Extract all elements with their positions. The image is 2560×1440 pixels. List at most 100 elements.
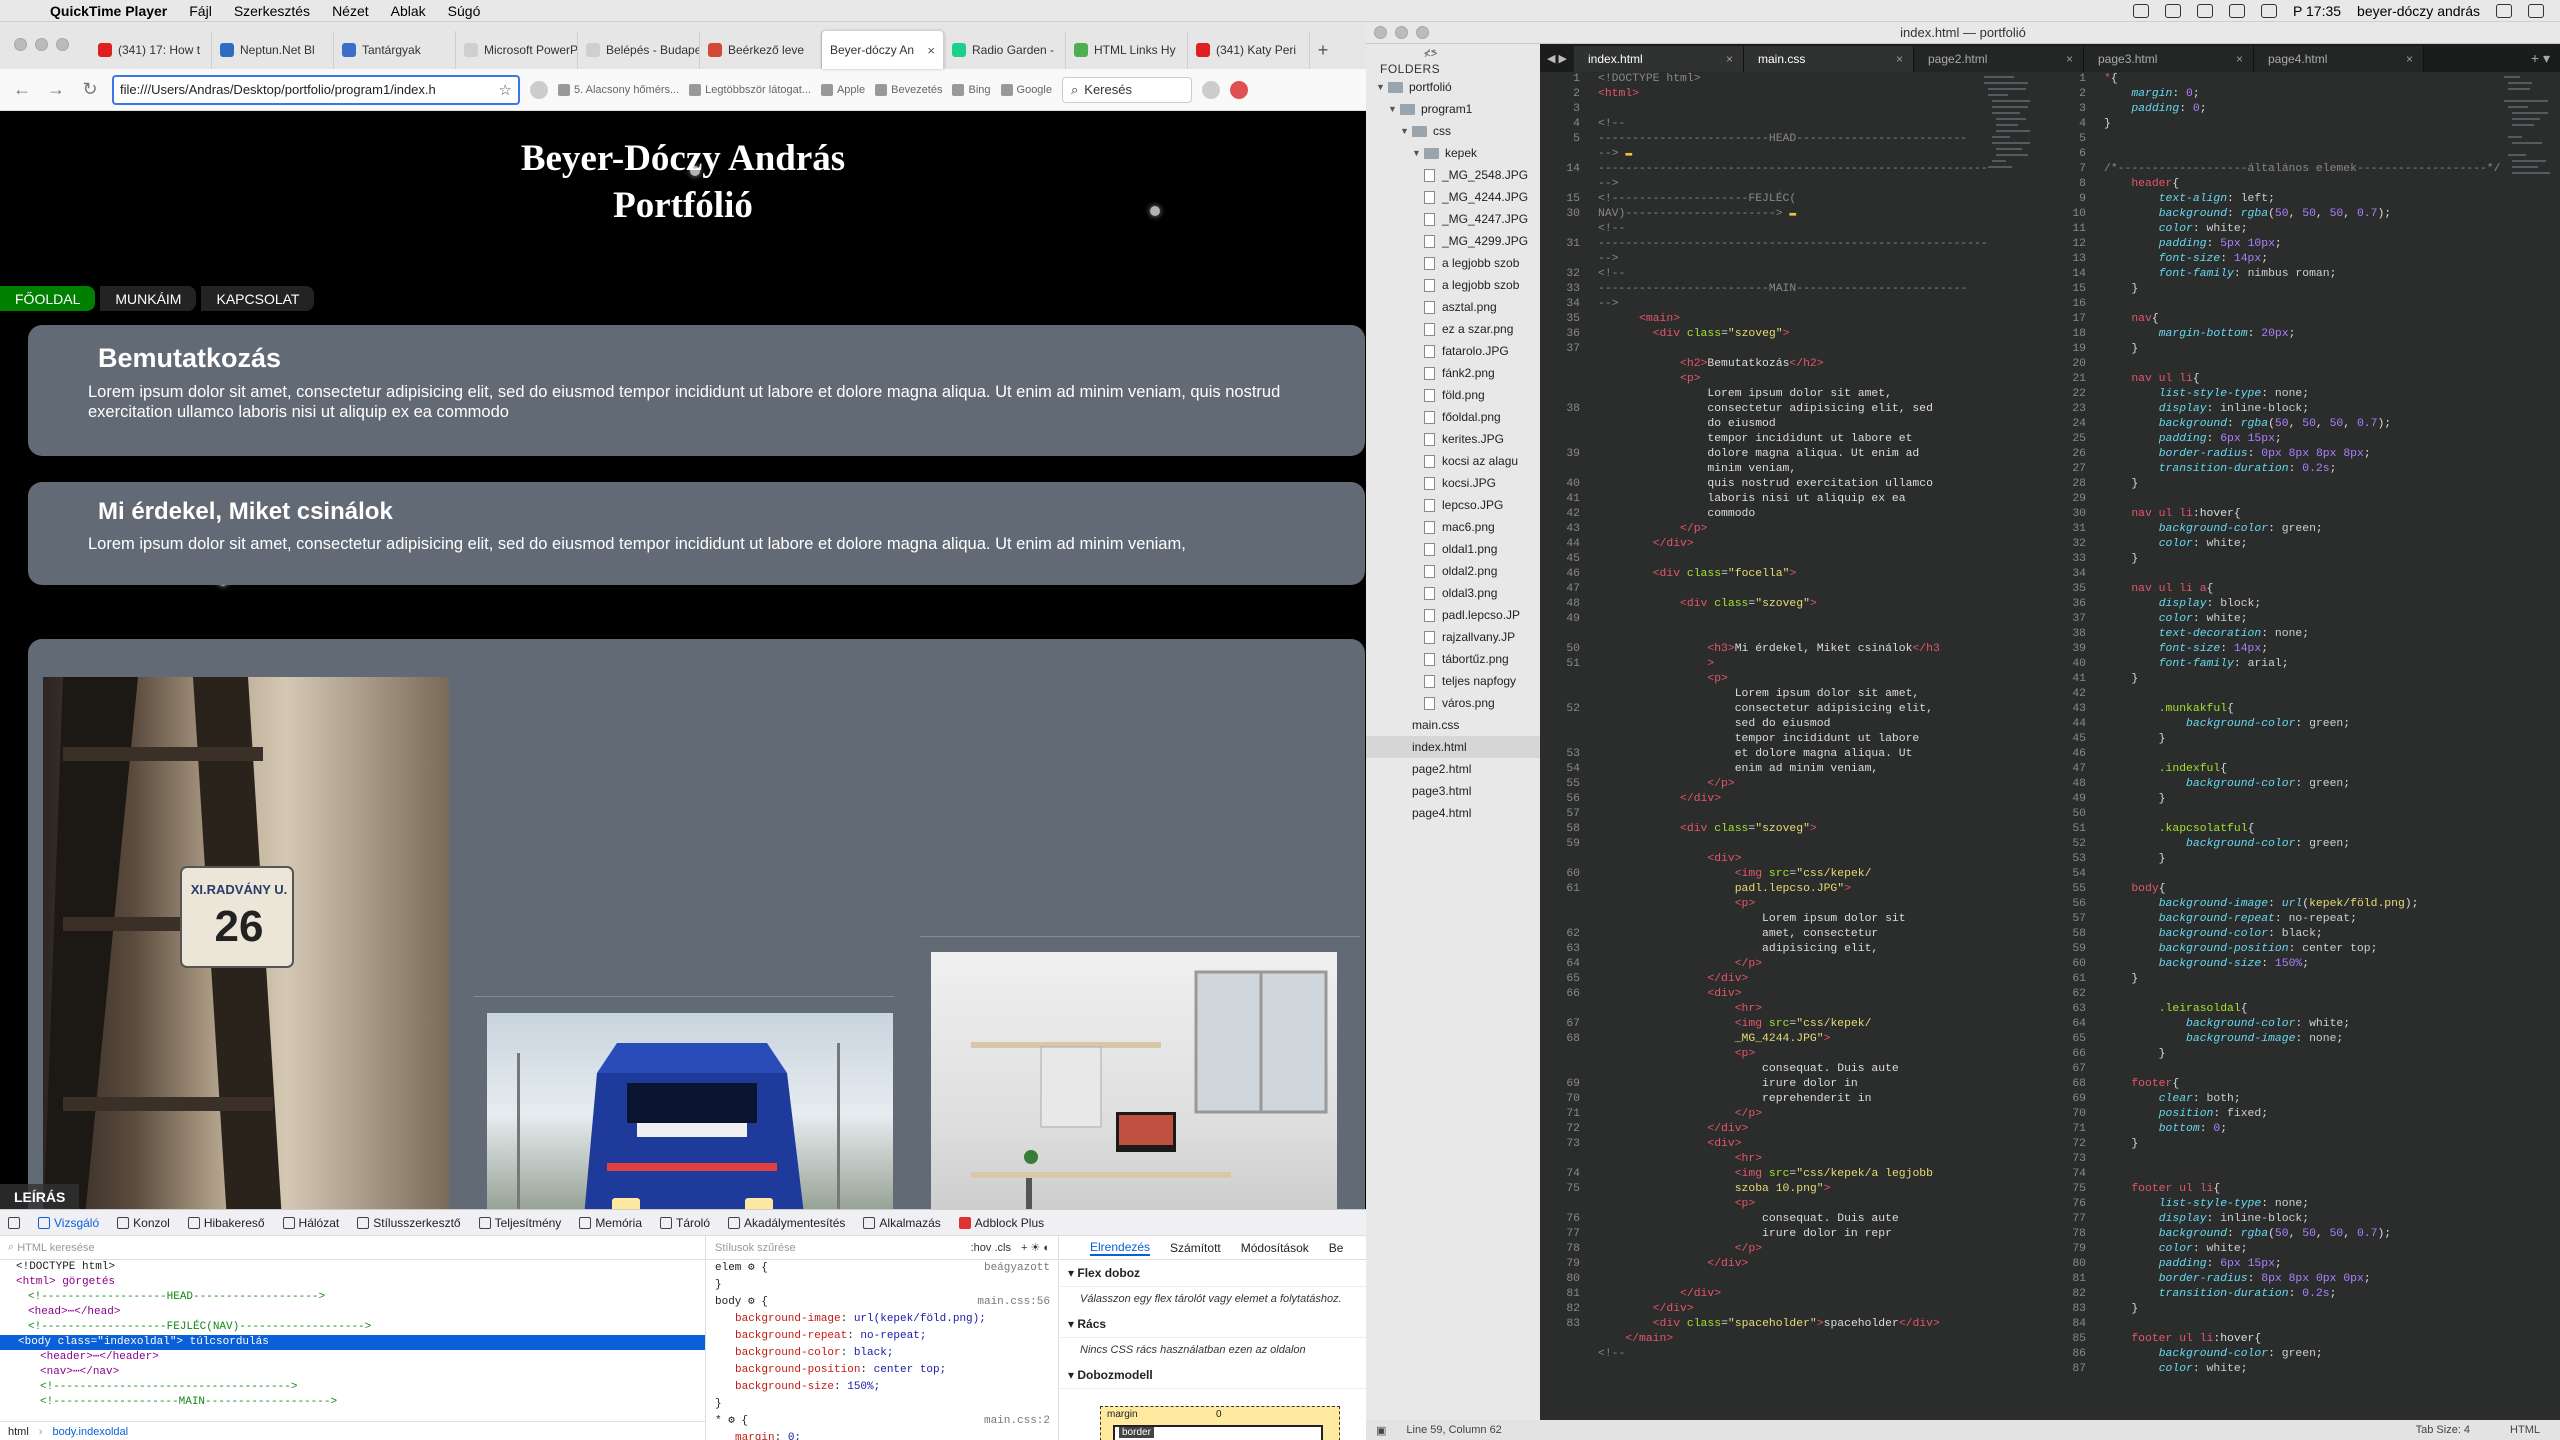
tree-file[interactable]: lepcso.JPG: [1366, 494, 1540, 516]
close-tab-icon[interactable]: ×: [2406, 52, 2413, 66]
browser-tab[interactable]: Beyer-dóczy An ×: [822, 31, 944, 69]
back-icon[interactable]: ←: [10, 79, 34, 100]
css-declaration[interactable]: background-size: 150%;: [707, 1379, 1058, 1396]
tab-layout[interactable]: Elrendezés: [1090, 1240, 1151, 1256]
devtools-tab-console[interactable]: Konzol: [117, 1216, 170, 1230]
minimize-window-button[interactable]: [35, 38, 48, 51]
tree-node[interactable]: <!------------------------------------>: [0, 1380, 705, 1395]
tree-file[interactable]: <> page2.html: [1366, 49, 1540, 780]
tree-node-selected[interactable]: <body class="indexoldal"> túlcsordulás: [0, 1335, 705, 1350]
flexbox-section[interactable]: ▾ Flex doboz: [1060, 1260, 1366, 1287]
tree-file[interactable]: <> index.html: [1366, 49, 1540, 758]
adblock-icon[interactable]: [1230, 80, 1248, 99]
menu-view[interactable]: Nézet: [332, 3, 369, 19]
tree-file[interactable]: _MG_4244.JPG: [1366, 186, 1540, 208]
browser-tab[interactable]: Beérkező leve: [700, 31, 822, 69]
devtools-tab-accessibility[interactable]: Akadálymentesítés: [728, 1216, 845, 1230]
menubar-user[interactable]: beyer-dóczy andrás: [2357, 3, 2480, 19]
devtools-tab-application[interactable]: Alkalmazás: [863, 1216, 941, 1230]
tree-file[interactable]: oldal1.png: [1366, 538, 1540, 560]
devtools-tab-performance[interactable]: Teljesítmény: [478, 1216, 561, 1230]
url-bar[interactable]: file:///Users/Andras/Desktop/portfolio/p…: [112, 74, 520, 105]
zoom-window-button[interactable]: [1416, 26, 1429, 39]
disclosure-triangle-icon[interactable]: ▼: [1376, 76, 1388, 98]
tree-file[interactable]: _MG_4299.JPG: [1366, 230, 1540, 252]
menubar-clock[interactable]: P 17:35: [2293, 3, 2341, 19]
status-panel-toggle-icon[interactable]: ▣: [1376, 1424, 1386, 1437]
tree-file[interactable]: város.png: [1366, 692, 1540, 714]
browser-tab[interactable]: Neptun.Net Bl: [212, 31, 334, 69]
browser-tab[interactable]: HTML Links Hy: [1066, 31, 1188, 69]
tree-file[interactable]: _MG_2548.JPG: [1366, 164, 1540, 186]
editor-pane-css[interactable]: 1 2 3 4 5 6 7 8 9 10 11 12 13 14 15 16 1…: [2046, 72, 2560, 1420]
browser-tab[interactable]: (341) Katy Peri: [1188, 31, 1310, 69]
new-tab-icon[interactable]: + ▾: [2531, 50, 2560, 67]
devtools-tab-network[interactable]: Hálózat: [282, 1216, 339, 1230]
pseudo-class-toggle[interactable]: :hov .cls: [971, 1242, 1011, 1254]
editor-tab-page4[interactable]: page4.html ×: [2254, 46, 2424, 72]
browser-tab[interactable]: Tantárgyak: [334, 31, 456, 69]
tree-node[interactable]: <!-------------------MAIN---------------…: [0, 1395, 705, 1410]
tree-file[interactable]: /* main.css: [1366, 49, 1540, 736]
battery-icon[interactable]: [2229, 3, 2246, 18]
editor-pane-html[interactable]: 1 2 3 4 5 14 15 30 31 32 33 34 35 36 37 …: [1540, 72, 2030, 1420]
close-tab-icon[interactable]: ×: [1896, 52, 1903, 66]
pocket-icon[interactable]: [530, 80, 548, 99]
wifi-icon[interactable]: [2197, 3, 2214, 18]
close-tab-icon[interactable]: ×: [2236, 52, 2243, 66]
tree-file[interactable]: a legjobb szob: [1366, 252, 1540, 274]
syntax-mode[interactable]: HTML: [2510, 1424, 2540, 1436]
close-tab-icon[interactable]: ×: [927, 43, 935, 58]
tree-file[interactable]: <> page4.html: [1366, 49, 1540, 824]
browser-tab[interactable]: (341) 17: How t: [90, 31, 212, 69]
editor-tab-page2[interactable]: page2.html ×: [1914, 46, 2084, 72]
tree-file[interactable]: fatarolo.JPG: [1366, 340, 1540, 362]
breadcrumb-item[interactable]: html: [8, 1426, 29, 1438]
rule-source[interactable]: main.css:56: [977, 1295, 1050, 1310]
browser-tab[interactable]: Microsoft PowerP: [456, 31, 578, 69]
tree-folder[interactable]: ▼ portfolió: [1366, 76, 1540, 98]
close-tab-icon[interactable]: ×: [1726, 52, 1733, 66]
tree-file[interactable]: ez a szar.png: [1366, 318, 1540, 340]
devtools-tab-storage[interactable]: Tároló: [660, 1216, 710, 1230]
tree-folder[interactable]: ▼ program1: [1366, 98, 1540, 120]
html-source[interactable]: <!DOCTYPE html> <html> <!-- ------------…: [1598, 72, 1988, 1362]
tree-node[interactable]: <!DOCTYPE html>: [0, 1260, 705, 1275]
tree-file[interactable]: tábortűz.png: [1366, 648, 1540, 670]
close-tab-icon[interactable]: ×: [2066, 52, 2073, 66]
menu-help[interactable]: Súgó: [448, 3, 481, 19]
rule-source[interactable]: main.css:2: [984, 1414, 1050, 1429]
tree-file[interactable]: <> page3.html: [1366, 49, 1540, 802]
browser-tab[interactable]: Radio Garden -: [944, 31, 1066, 69]
menu-file[interactable]: Fájl: [189, 3, 212, 19]
tab-more[interactable]: Be: [1329, 1241, 1344, 1255]
menu-edit[interactable]: Szerkesztés: [234, 3, 310, 19]
close-window-button[interactable]: [14, 38, 27, 51]
new-tab-button[interactable]: +: [1310, 31, 1336, 69]
tree-file[interactable]: _MG_4247.JPG: [1366, 208, 1540, 230]
tree-file[interactable]: padl.lepcso.JP: [1366, 604, 1540, 626]
css-declaration[interactable]: background-position: center top;: [707, 1362, 1058, 1379]
editor-tab-main-css[interactable]: main.css ×: [1744, 46, 1914, 72]
bookmark-item[interactable]: Bing: [952, 83, 991, 96]
css-declaration[interactable]: background-repeat: no-repeat;: [707, 1328, 1058, 1345]
browser-tab[interactable]: Belépés - Budapes: [578, 31, 700, 69]
tree-node[interactable]: <html> görgetés: [0, 1275, 705, 1290]
forward-icon[interactable]: →: [44, 79, 68, 100]
css-declaration[interactable]: background-image: url(kepek/föld.png);: [707, 1311, 1058, 1328]
devtools-tab-memory[interactable]: Memória: [579, 1216, 642, 1230]
tree-file[interactable]: teljes napfogy: [1366, 670, 1540, 692]
tab-computed[interactable]: Számított: [1170, 1241, 1221, 1255]
tree-file[interactable]: oldal2.png: [1366, 560, 1540, 582]
minimize-window-button[interactable]: [1395, 26, 1408, 39]
minimap[interactable]: [2500, 72, 2560, 1420]
tab-nav-arrows[interactable]: ◀ ▶: [1540, 52, 1574, 65]
tree-file[interactable]: fánk2.png: [1366, 362, 1540, 384]
tree-file[interactable]: kocsi.JPG: [1366, 472, 1540, 494]
rule-source[interactable]: beágyazott: [984, 1261, 1050, 1276]
close-window-button[interactable]: [1374, 26, 1387, 39]
spotlight-icon[interactable]: [2496, 3, 2512, 18]
search-box[interactable]: ⌕ Keresés: [1062, 76, 1192, 103]
editor-tab-page3[interactable]: page3.html ×: [2084, 46, 2254, 72]
tree-node[interactable]: <header>⋯</header>: [0, 1350, 705, 1365]
